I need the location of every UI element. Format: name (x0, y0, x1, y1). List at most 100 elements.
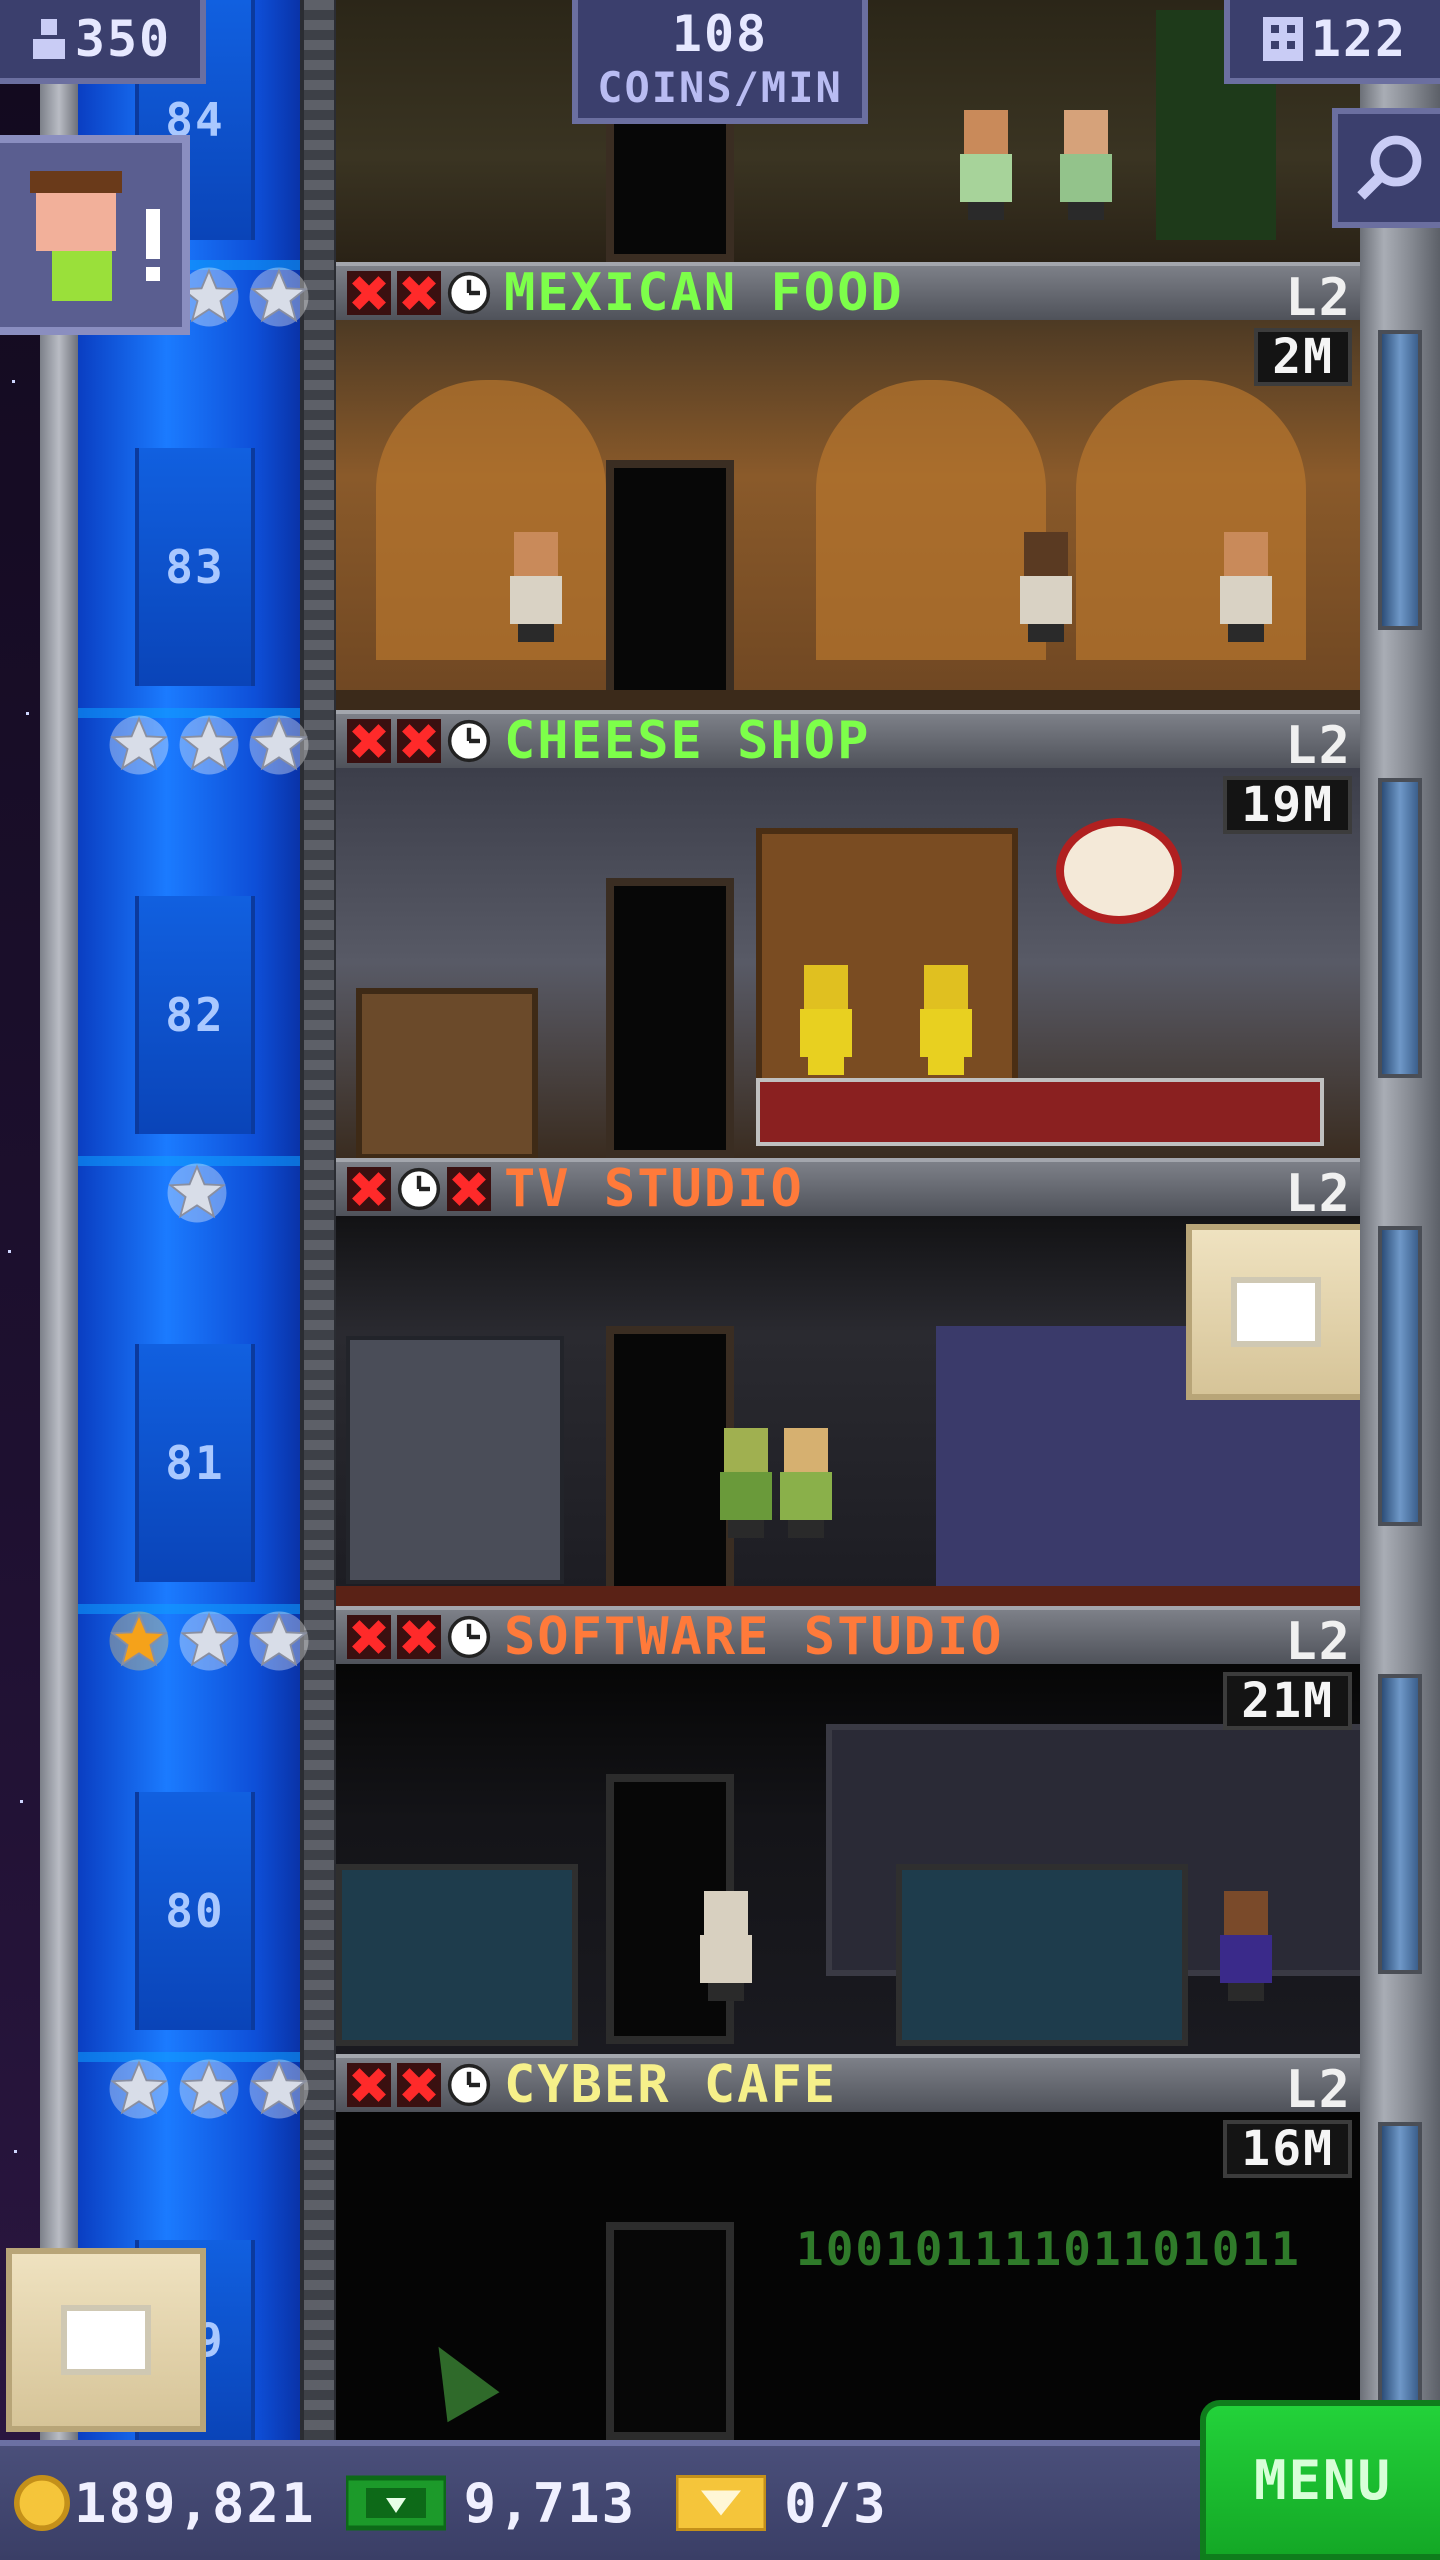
bitizen[interactable] (1216, 532, 1276, 642)
floor-level: L2 (1285, 2060, 1352, 2120)
silver-star-icon (249, 1611, 309, 1671)
close-icon (396, 270, 442, 316)
silver-star-icon (109, 715, 169, 775)
clock-icon (396, 1166, 442, 1212)
floor-cheese-shop[interactable]: CHEESE SHOP L2 19M (336, 710, 1360, 1158)
silver-star-icon (167, 1163, 227, 1223)
floors-count-value: 122 (1310, 10, 1408, 68)
delivery-box-button[interactable] (1186, 1224, 1360, 1400)
tickets-balance[interactable]: 0/3 (676, 2472, 888, 2535)
close-icon (346, 718, 392, 764)
inventory-box-button[interactable] (6, 2248, 206, 2432)
floor-number-83: 83 (135, 448, 255, 686)
bitizen[interactable] (1016, 532, 1076, 642)
bitizen[interactable] (716, 1428, 776, 1538)
silver-star-icon (249, 715, 309, 775)
clock-icon (446, 718, 492, 764)
ticket-icon (676, 2475, 767, 2531)
silver-star-icon (179, 715, 239, 775)
side-window (1378, 1674, 1422, 1974)
bitizen[interactable] (1216, 1891, 1276, 2001)
floor-cyber-cafe[interactable]: CYBER CAFE L2 10010111101101011 16M (336, 2054, 1360, 2440)
clock-icon (446, 2062, 492, 2108)
floor-level: L2 (1285, 716, 1352, 776)
search-icon (1357, 135, 1422, 200)
cursor-icon (412, 2331, 500, 2423)
bitizen[interactable] (776, 1428, 836, 1538)
bitizen[interactable] (506, 532, 566, 642)
floor-door (606, 1326, 734, 1596)
floor-name: CYBER CAFE (504, 2055, 838, 2115)
floor-door (606, 878, 734, 1158)
floor-level: L2 (1285, 1612, 1352, 1672)
side-window (1378, 1226, 1422, 1526)
floor-software-studio[interactable]: SOFTWARE STUDIO L2 21M (336, 1606, 1360, 2054)
floor-header[interactable]: TV STUDIO L2 (336, 1158, 1360, 1224)
space-background (0, 0, 40, 2440)
search-button[interactable] (1332, 108, 1440, 228)
floor-mexican-food[interactable]: MEXICAN FOOD L2 2M (336, 262, 1360, 710)
floor-name: TV STUDIO (504, 1159, 804, 1219)
close-icon (346, 1166, 392, 1212)
close-icon (396, 1614, 442, 1660)
silver-star-icon (249, 2059, 309, 2119)
star-rating (90, 710, 310, 780)
restock-timer: 21M (1223, 1672, 1352, 1730)
bitizen[interactable] (1056, 110, 1116, 220)
star-rating (90, 2054, 310, 2124)
floor-door (606, 460, 734, 710)
floor-interior: 10010111101101011 (336, 2112, 1360, 2440)
floor-interior (336, 768, 1360, 1158)
alert-icon (146, 209, 160, 259)
restock-timer: 16M (1223, 2120, 1352, 2178)
clock-icon (446, 270, 492, 316)
population-counter[interactable]: 350 (0, 0, 206, 84)
floor-status-icons (346, 1166, 492, 1212)
box-icon (61, 2305, 151, 2375)
bux-icon (345, 2475, 446, 2531)
shaft-outer-wall (40, 0, 78, 2440)
close-icon (346, 1614, 392, 1660)
side-window (1378, 778, 1422, 1078)
floor-level: L2 (1285, 1164, 1352, 1224)
floor-number-80: 80 (135, 1792, 255, 2030)
close-icon (396, 2062, 442, 2108)
floor-header[interactable]: SOFTWARE STUDIO L2 (336, 1606, 1360, 1672)
floors-counter[interactable]: 122 (1224, 0, 1440, 84)
floor-header[interactable]: MEXICAN FOOD L2 (336, 262, 1360, 328)
gold-star-icon (109, 1611, 169, 1671)
clock-icon (446, 1614, 492, 1660)
floor-status-icons (346, 2062, 492, 2108)
coins-rate-label: COINS/MIN (597, 63, 843, 112)
restock-timer: 2M (1254, 328, 1352, 386)
floor-interior (336, 1664, 1360, 2054)
silver-star-icon (109, 2059, 169, 2119)
floor-number-82: 82 (135, 896, 255, 1134)
coins-rate-value: 108 (671, 5, 769, 63)
coins-balance[interactable]: 189,821 (14, 2472, 316, 2535)
star-rating (90, 1606, 310, 1676)
side-window (1378, 330, 1422, 630)
bitizen[interactable] (696, 1891, 756, 2001)
floor-header[interactable]: CYBER CAFE L2 (336, 2054, 1360, 2120)
bux-value: 9,713 (463, 2471, 637, 2535)
silver-star-icon (249, 267, 309, 327)
floor-status-icons (346, 718, 492, 764)
bux-balance[interactable]: 9,713 (345, 2471, 637, 2535)
floors-icon (1262, 17, 1303, 61)
floor-header[interactable]: CHEESE SHOP L2 (336, 710, 1360, 776)
bitizen-alert-button[interactable] (0, 135, 190, 335)
floor-number-label: 81 (165, 1436, 225, 1490)
coins-per-minute: 108 COINS/MIN (572, 0, 868, 124)
floor-name: MEXICAN FOOD (504, 263, 904, 323)
bitizen-avatar-body (52, 251, 112, 301)
floor-status-icons (346, 270, 492, 316)
tickets-value: 0/3 (784, 2471, 888, 2535)
bitizen[interactable] (796, 965, 856, 1075)
restock-timer: 19M (1223, 776, 1352, 834)
bitizen[interactable] (956, 110, 1016, 220)
silver-star-icon (179, 2059, 239, 2119)
bitizen[interactable] (916, 965, 976, 1075)
close-icon (446, 1166, 492, 1212)
menu-button[interactable]: MENU (1200, 2400, 1440, 2560)
